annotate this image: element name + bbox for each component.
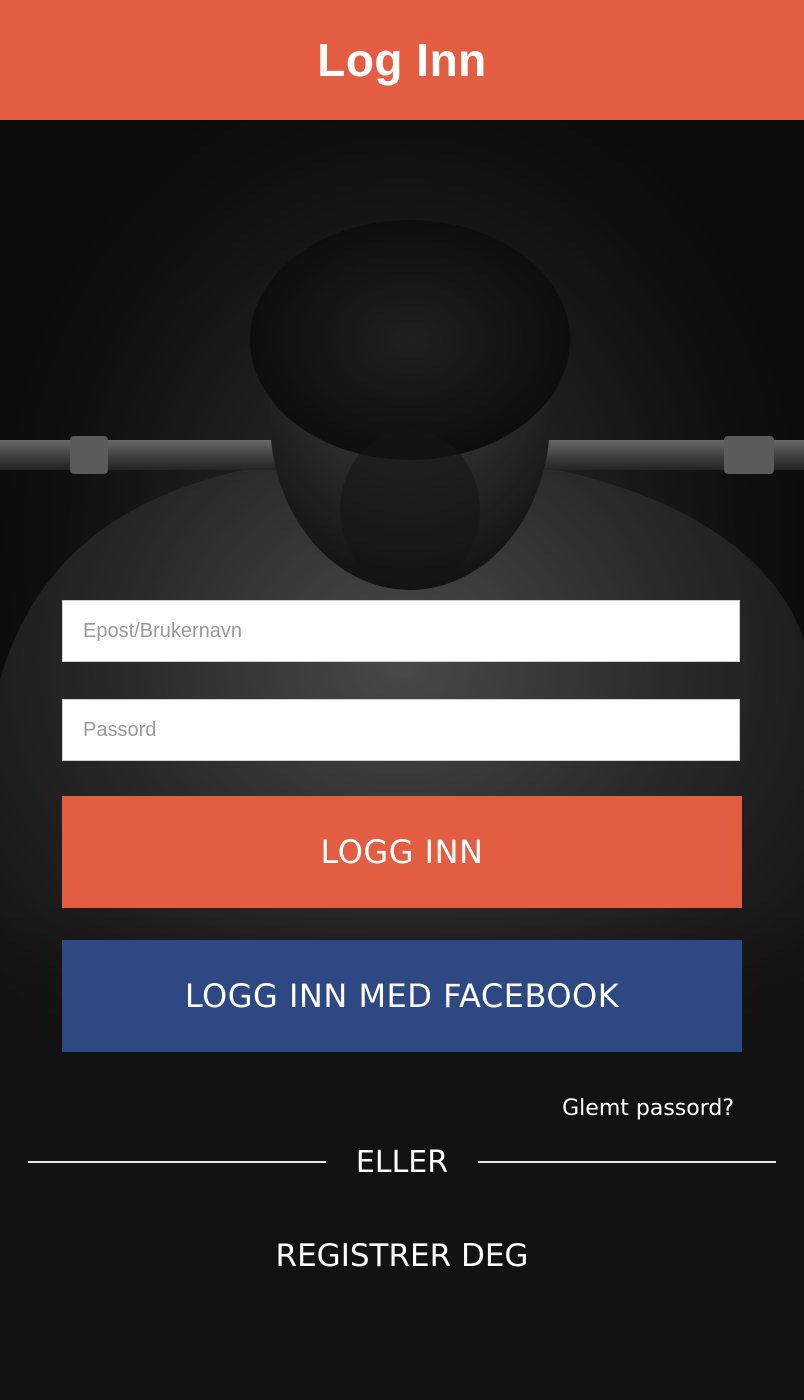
or-divider: ELLER: [28, 1140, 776, 1184]
login-screen: Log Inn LOGG INN LOGG INN MED FACEBOOK G…: [0, 0, 804, 1400]
divider-line-left: [28, 1161, 326, 1163]
facebook-login-button[interactable]: LOGG INN MED FACEBOOK: [62, 940, 742, 1052]
register-link[interactable]: REGISTRER DEG: [0, 1238, 804, 1274]
forgot-password-link[interactable]: Glemt passord?: [562, 1096, 734, 1121]
page-title: Log Inn: [317, 34, 487, 86]
divider-line-right: [478, 1161, 776, 1163]
email-username-input[interactable]: [62, 600, 740, 662]
password-input[interactable]: [62, 699, 740, 761]
or-label: ELLER: [355, 1144, 449, 1180]
login-button[interactable]: LOGG INN: [62, 796, 742, 908]
app-header: Log Inn: [0, 0, 804, 120]
